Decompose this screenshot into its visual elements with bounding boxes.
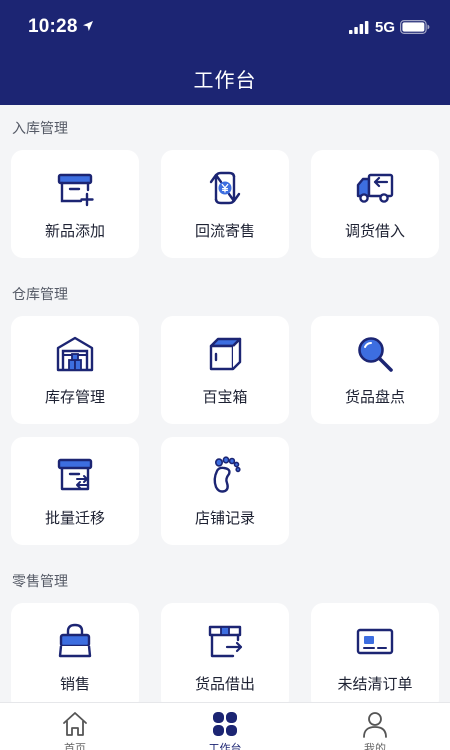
truck-icon bbox=[356, 173, 394, 203]
card-goods-lend[interactable]: 货品借出 bbox=[161, 603, 289, 702]
signal-icon bbox=[349, 21, 369, 34]
tab-workbench[interactable]: 工作台 bbox=[150, 703, 300, 750]
card-unpaid-orders[interactable]: 未结清订单 bbox=[311, 603, 439, 702]
tab-label: 我的 bbox=[364, 742, 386, 750]
card-label: 未结清订单 bbox=[337, 675, 413, 693]
box-add-icon bbox=[57, 173, 94, 207]
battery-icon bbox=[400, 20, 430, 34]
card-new-product[interactable]: 新品添加 bbox=[11, 150, 139, 258]
workbench-content[interactable]: 入库管理 新品添加 回流寄售 调货借入 仓库管理 库存管理 百宝箱 货品盘点 批… bbox=[0, 105, 450, 702]
magnifier-icon bbox=[358, 337, 393, 372]
section-title-retail: 零售管理 bbox=[12, 574, 68, 590]
card-inventory[interactable]: 库存管理 bbox=[11, 316, 139, 424]
box-lend-icon bbox=[208, 625, 243, 658]
card-icon bbox=[356, 628, 394, 655]
card-return-consign[interactable]: 回流寄售 bbox=[161, 150, 289, 258]
card-label: 货品盘点 bbox=[344, 388, 405, 406]
card-label: 回流寄售 bbox=[194, 222, 255, 240]
section-title-warehouse: 仓库管理 bbox=[12, 287, 68, 303]
tab-label: 首页 bbox=[64, 742, 86, 750]
shopping-bag-icon bbox=[58, 623, 92, 658]
status-bar: 10:28 5G bbox=[0, 0, 450, 56]
footprint-icon bbox=[213, 456, 241, 493]
yen-cycle-icon bbox=[209, 171, 241, 205]
tab-bar: 首页 工作台 我的 bbox=[0, 702, 450, 750]
app-header: 10:28 5G 工作台 bbox=[0, 0, 450, 105]
card-label: 批量迁移 bbox=[44, 509, 105, 527]
card-transfer-borrow[interactable]: 调货借入 bbox=[311, 150, 439, 258]
tab-mine[interactable]: 我的 bbox=[300, 703, 450, 750]
location-arrow-icon bbox=[83, 21, 93, 31]
section-title-inbound: 入库管理 bbox=[12, 121, 68, 137]
card-stocktake[interactable]: 货品盘点 bbox=[311, 316, 439, 424]
card-label: 调货借入 bbox=[344, 222, 405, 240]
card-label: 库存管理 bbox=[44, 388, 105, 406]
card-label: 百宝箱 bbox=[202, 388, 248, 406]
status-time: 10:28 bbox=[28, 16, 78, 37]
box-transfer-icon bbox=[57, 458, 93, 491]
card-treasure-box[interactable]: 百宝箱 bbox=[161, 316, 289, 424]
treasure-box-icon bbox=[209, 337, 242, 371]
card-sales[interactable]: 销售 bbox=[11, 603, 139, 702]
grid-icon bbox=[213, 712, 237, 736]
card-label: 销售 bbox=[59, 675, 90, 693]
network-type: 5G bbox=[375, 19, 396, 36]
warehouse-icon bbox=[56, 336, 94, 372]
card-batch-migrate[interactable]: 批量迁移 bbox=[11, 437, 139, 545]
tab-home[interactable]: 首页 bbox=[0, 703, 150, 750]
card-store-records[interactable]: 店铺记录 bbox=[161, 437, 289, 545]
card-label: 店铺记录 bbox=[194, 509, 255, 527]
person-icon bbox=[363, 712, 387, 738]
page-title: 工作台 bbox=[193, 68, 257, 92]
card-label: 新品添加 bbox=[44, 222, 105, 240]
tab-label: 工作台 bbox=[208, 742, 242, 750]
home-icon bbox=[63, 712, 87, 736]
card-label: 货品借出 bbox=[194, 675, 255, 693]
